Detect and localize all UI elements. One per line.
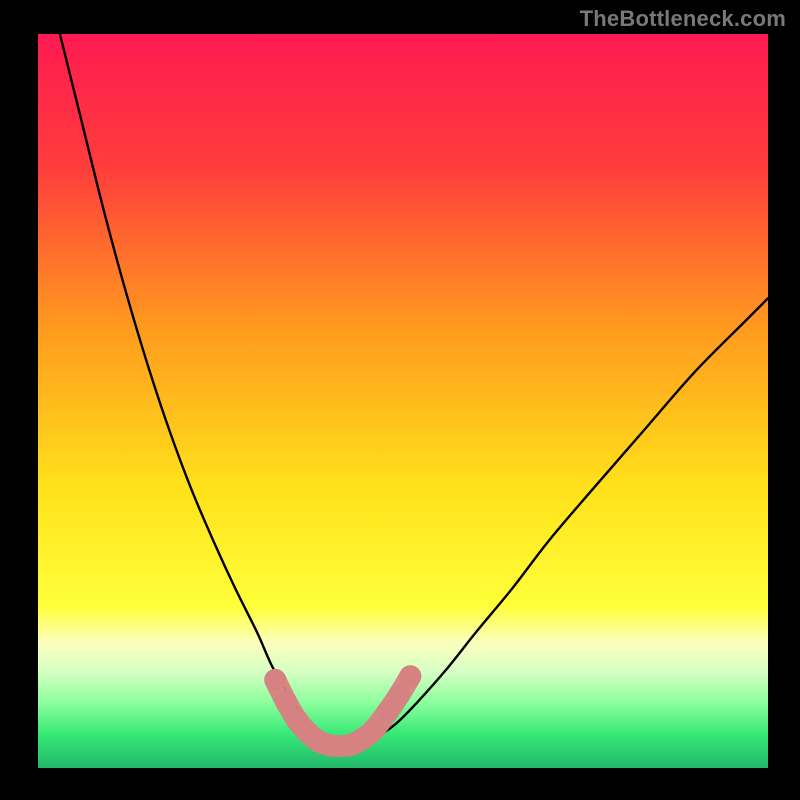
marker-dot bbox=[264, 669, 286, 691]
watermark-text: TheBottleneck.com bbox=[580, 6, 786, 32]
chart-stage: TheBottleneck.com bbox=[0, 0, 800, 800]
marker-dot bbox=[388, 684, 410, 706]
plot-background bbox=[38, 34, 768, 768]
marker-dot bbox=[363, 719, 385, 741]
marker-dot bbox=[275, 691, 297, 713]
chart-svg bbox=[0, 0, 800, 800]
marker-dot bbox=[399, 665, 421, 687]
